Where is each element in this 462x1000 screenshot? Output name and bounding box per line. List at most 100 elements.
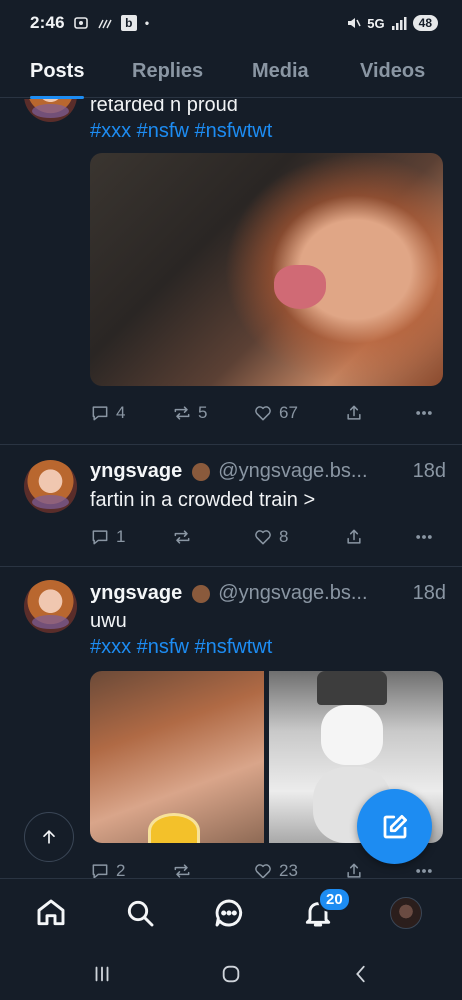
post-time: 18d [412, 460, 446, 482]
like-count: 23 [279, 861, 298, 879]
tab-media[interactable]: Media [252, 46, 309, 98]
post-tags[interactable]: #xxx #nsfw #nsfwtwt [90, 119, 272, 144]
author-handle[interactable]: @yngsvage.bs... [218, 460, 402, 483]
tab-videos[interactable]: Videos [360, 46, 425, 98]
nav-home[interactable] [33, 895, 69, 931]
author-avatar[interactable] [24, 460, 77, 513]
tab-posts[interactable]: Posts [30, 46, 85, 99]
repost-button[interactable]: 5 [172, 399, 207, 427]
more-options-button[interactable] [414, 523, 434, 551]
recent-apps-icon [95, 966, 109, 982]
bottom-navigation: 20 [0, 878, 462, 948]
back-chevron-icon [356, 965, 365, 983]
nav-notifications[interactable]: 20 [300, 887, 351, 931]
reply-count: 1 [116, 527, 126, 546]
share-icon [347, 529, 361, 544]
post-image-1[interactable] [90, 671, 264, 843]
circle-home-icon [222, 965, 240, 983]
repost-icon [174, 864, 190, 878]
author-avatar[interactable] [24, 580, 77, 633]
like-button[interactable]: 67 [253, 399, 298, 427]
author-name[interactable]: yngsvage [90, 460, 182, 483]
status-time: 2:46 [30, 13, 65, 32]
status-bar: 2:46 b • 5G 48 [0, 0, 462, 46]
repost-button[interactable] [172, 857, 198, 879]
post-header: yngsvage @yngsvage.bs... 18d [90, 460, 446, 483]
reply-count: 2 [116, 861, 126, 879]
author-name[interactable]: yngsvage [90, 582, 182, 605]
repost-count: 5 [198, 403, 208, 422]
reply-icon [92, 530, 108, 545]
wifi-calling-icon [97, 16, 113, 30]
post-item[interactable]: yngsvage @yngsvage.bs... 18d fartin in a… [0, 445, 462, 567]
signal-icon [391, 16, 407, 30]
scroll-to-top-button[interactable] [24, 812, 74, 862]
search-icon [127, 900, 154, 927]
post-text: fartin in a crowded train > [90, 489, 316, 511]
more-options-button[interactable] [414, 399, 434, 427]
status-left: 2:46 b • [30, 13, 149, 33]
system-home-button[interactable] [217, 960, 245, 988]
share-button[interactable] [344, 857, 364, 879]
mute-icon [345, 15, 361, 31]
share-icon [347, 405, 361, 420]
author-avatar[interactable] [24, 99, 77, 122]
author-handle[interactable]: @yngsvage.bs... [218, 582, 402, 605]
post-item[interactable]: retarded n proud #xxx #nsfw #nsfwtwt 4 5… [0, 99, 462, 445]
post-image[interactable] [90, 153, 443, 386]
compose-post-button[interactable] [357, 789, 432, 864]
chat-icon [215, 899, 243, 927]
nav-profile[interactable] [388, 895, 424, 931]
like-count: 67 [279, 403, 298, 422]
nav-chat[interactable] [211, 895, 247, 931]
dot-icon: • [144, 16, 150, 30]
repost-icon [174, 406, 190, 420]
b-app-icon: b [120, 15, 137, 31]
post-text: uwu [90, 610, 127, 632]
recent-apps-button[interactable] [88, 960, 116, 988]
post-text: retarded n proud [90, 99, 238, 116]
post-header: yngsvage @yngsvage.bs... 18d [90, 582, 446, 605]
more-dots-icon [416, 411, 432, 415]
share-button[interactable] [344, 523, 364, 551]
reply-button[interactable]: 1 [90, 523, 125, 551]
heart-icon [255, 530, 271, 545]
system-back-button[interactable] [347, 960, 375, 988]
post-tags[interactable]: #xxx #nsfw #nsfwtwt [90, 635, 272, 660]
tab-replies[interactable]: Replies [132, 46, 203, 98]
heart-icon [255, 406, 271, 421]
compose-icon [383, 814, 407, 838]
like-count: 8 [279, 527, 289, 546]
system-navigation-bar [0, 948, 462, 1000]
like-button[interactable]: 8 [253, 523, 288, 551]
reply-icon [92, 406, 108, 421]
more-dots-icon [416, 869, 432, 873]
emoji-badge [192, 584, 211, 603]
network-label: 5G [367, 15, 385, 31]
post-feed[interactable]: retarded n proud #xxx #nsfw #nsfwtwt 4 5… [0, 99, 462, 879]
post-time: 18d [412, 582, 446, 604]
like-button[interactable]: 23 [253, 857, 298, 879]
battery-indicator: 48 [412, 15, 438, 31]
share-button[interactable] [344, 399, 364, 427]
status-right: 5G 48 [345, 15, 438, 31]
share-icon [347, 863, 361, 878]
arrow-up-icon [43, 829, 55, 844]
profile-avatar [390, 897, 422, 929]
nav-search[interactable] [122, 895, 158, 931]
repost-button[interactable] [172, 523, 198, 551]
reply-button[interactable]: 2 [90, 857, 125, 879]
more-dots-icon [416, 535, 432, 539]
post-actions: 1 8 [90, 523, 440, 551]
reply-count: 4 [116, 403, 126, 422]
heart-icon [255, 864, 271, 879]
repost-icon [174, 530, 190, 544]
screenshot-icon [73, 15, 89, 31]
reply-icon [92, 864, 108, 879]
more-options-button[interactable] [414, 857, 434, 879]
notification-badge: 20 [318, 887, 351, 912]
profile-tabs: Posts Replies Media Videos [0, 46, 462, 99]
home-icon [37, 899, 65, 926]
emoji-badge [192, 462, 211, 481]
reply-button[interactable]: 4 [90, 399, 125, 427]
